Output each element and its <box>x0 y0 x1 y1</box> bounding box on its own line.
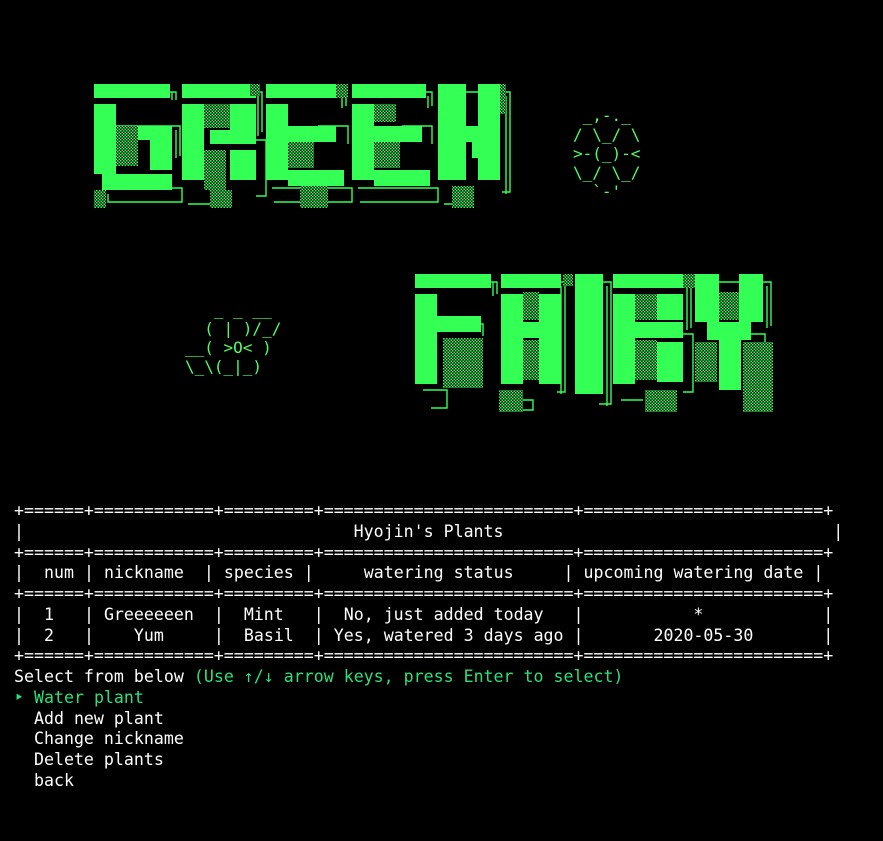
header-species: species <box>223 563 294 583</box>
header-num: num <box>43 563 74 583</box>
header-upcoming-date: upcoming watering date <box>583 563 804 583</box>
prompt-label: Select from below <box>14 667 184 686</box>
cell-num: 1 <box>43 604 54 624</box>
cell-upcoming-date: * <box>693 604 704 624</box>
menu-item-label: Delete plants <box>33 750 164 769</box>
cell-species: Mint <box>243 604 284 624</box>
cell-nickname: Greeeeeen <box>103 604 194 624</box>
menu-item-label: Add new plant <box>33 708 164 728</box>
table-title: Hyojin's Plants <box>353 521 504 541</box>
menu-item-label: Water plant <box>34 687 144 707</box>
flower-ascii-art: _,-._ / \_/ \ >-(_)-< \_/ \_/ `-' <box>573 106 641 201</box>
table-row: | 2 | Yum | Basil | Yes, watered 3 days … <box>14 625 834 645</box>
table-row: | 1 | Greeeeeen | Mint | No, just added … <box>14 604 834 624</box>
terminal-output: +======+============+=========+=========… <box>14 501 843 792</box>
fairy-banner-logo <box>415 274 773 412</box>
cell-watering-status: Yes, watered 3 days ago <box>333 625 564 645</box>
selection-pointer-icon: ‣ <box>14 687 24 707</box>
header-watering-status: watering status <box>363 563 514 583</box>
cell-num: 2 <box>43 625 54 645</box>
table-border-top: +======+============+=========+=========… <box>14 501 834 520</box>
prompt-hint: (Use ↑/↓ arrow keys, press Enter to sele… <box>193 667 624 686</box>
menu-item-back[interactable]: back <box>14 771 74 790</box>
table-title-row: | Hyojin's Plants | <box>14 521 844 541</box>
menu-item-label: Change nickname <box>33 729 184 749</box>
menu-item-delete-plants[interactable]: Delete plants <box>14 750 164 769</box>
bug-ascii-art: _ _ __ ( | )/_/ __( >O< ) \_\(_|_) <box>185 300 282 376</box>
menu-item-label: back <box>33 770 74 790</box>
cell-watering-status: No, just added today <box>343 604 544 624</box>
table-border: +======+============+=========+=========… <box>14 584 834 603</box>
menu-item-add-new-plant[interactable]: Add new plant <box>14 709 164 728</box>
menu-item-water-plant[interactable]: ‣ Water plant <box>14 688 144 707</box>
menu-item-change-nickname[interactable]: Change nickname <box>14 729 184 748</box>
table-header-row: | num | nickname | species | watering st… <box>14 563 824 583</box>
table-border: +======+============+=========+=========… <box>14 542 834 562</box>
table-border-bottom: +======+============+=========+=========… <box>14 646 834 666</box>
cell-upcoming-date: 2020-05-30 <box>653 625 754 645</box>
cell-nickname: Yum <box>133 625 164 645</box>
header-nickname: nickname <box>103 563 184 583</box>
cell-species: Basil <box>243 625 294 645</box>
green-banner-logo <box>94 84 511 208</box>
